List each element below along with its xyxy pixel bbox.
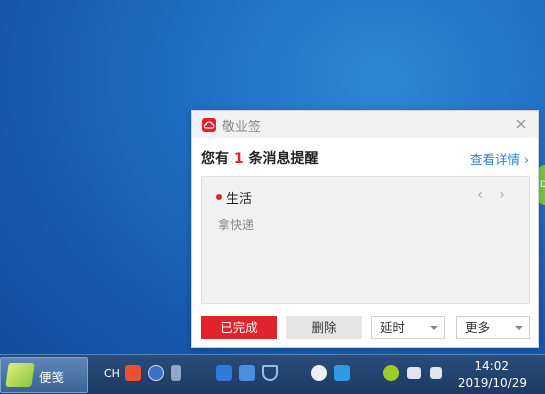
shield-icon[interactable] — [262, 365, 278, 381]
edge-widget-label: D — [540, 180, 545, 190]
delay-label: 延时 — [380, 320, 406, 335]
clock-time[interactable]: 14:02 — [474, 359, 509, 373]
feather-icon[interactable] — [311, 365, 327, 381]
title-prefix: 您有 — [201, 151, 229, 167]
close-icon[interactable] — [514, 116, 528, 130]
taskbar: 便笺 CH 14:02 2019/10/29 — [0, 354, 545, 394]
message-title: 您有 1 条消息提醒 — [201, 151, 319, 167]
desktop: D 敬业签 您有 1 条消息提醒 查看详情 › 生活 ‹ › 拿快递 已完成 删… — [0, 0, 545, 354]
delay-dropdown[interactable]: 延时 — [371, 316, 445, 339]
done-button[interactable]: 已完成 — [201, 316, 277, 339]
help-icon[interactable] — [148, 365, 164, 381]
popup-titlebar: 敬业签 — [192, 111, 538, 138]
delete-button[interactable]: 删除 — [286, 316, 362, 339]
taskbar-app-label: 便笺 — [39, 370, 65, 385]
next-icon[interactable]: › — [495, 187, 509, 203]
message-header: 您有 1 条消息提醒 查看详情 › — [201, 148, 529, 168]
plus-tool-icon[interactable] — [383, 365, 399, 381]
note-card: 生活 ‹ › 拿快递 — [201, 176, 530, 304]
clock-date[interactable]: 2019/10/29 — [458, 376, 527, 390]
network-icon[interactable] — [407, 367, 421, 379]
chevron-right-icon: › — [524, 152, 529, 167]
note-text: 拿快递 — [218, 218, 255, 232]
app-name: 敬业签 — [222, 120, 262, 135]
category-label: 生活 — [226, 192, 253, 207]
popup-actions: 已完成 删除 延时 更多 — [201, 316, 530, 340]
sticky-notes-icon — [5, 363, 35, 387]
previous-icon[interactable]: ‹ — [473, 187, 487, 203]
taskbar-app-button[interactable]: 便笺 — [0, 357, 88, 393]
options-icon[interactable] — [171, 365, 181, 381]
view-details-label: 查看详情 — [470, 152, 521, 167]
input-language-indicator[interactable]: CH — [104, 367, 120, 380]
star-message-icon[interactable] — [334, 365, 350, 381]
caret-down-icon — [430, 326, 438, 330]
cloud-logo-icon — [202, 118, 216, 132]
more-label: 更多 — [465, 320, 491, 335]
view-details-link[interactable]: 查看详情 › — [470, 149, 529, 168]
caret-down-icon — [515, 326, 523, 330]
category-dot-icon — [216, 194, 222, 200]
contacts-icon[interactable] — [239, 365, 255, 381]
volume-icon[interactable] — [430, 367, 442, 379]
title-suffix: 条消息提醒 — [248, 151, 319, 167]
reminder-popup: 敬业签 您有 1 条消息提醒 查看详情 › 生活 ‹ › 拿快递 已完成 删除 … — [191, 110, 539, 348]
message-count: 1 — [233, 151, 244, 167]
browser-icon[interactable] — [216, 365, 232, 381]
sogou-ime-icon[interactable] — [125, 365, 141, 381]
more-dropdown[interactable]: 更多 — [456, 316, 530, 339]
